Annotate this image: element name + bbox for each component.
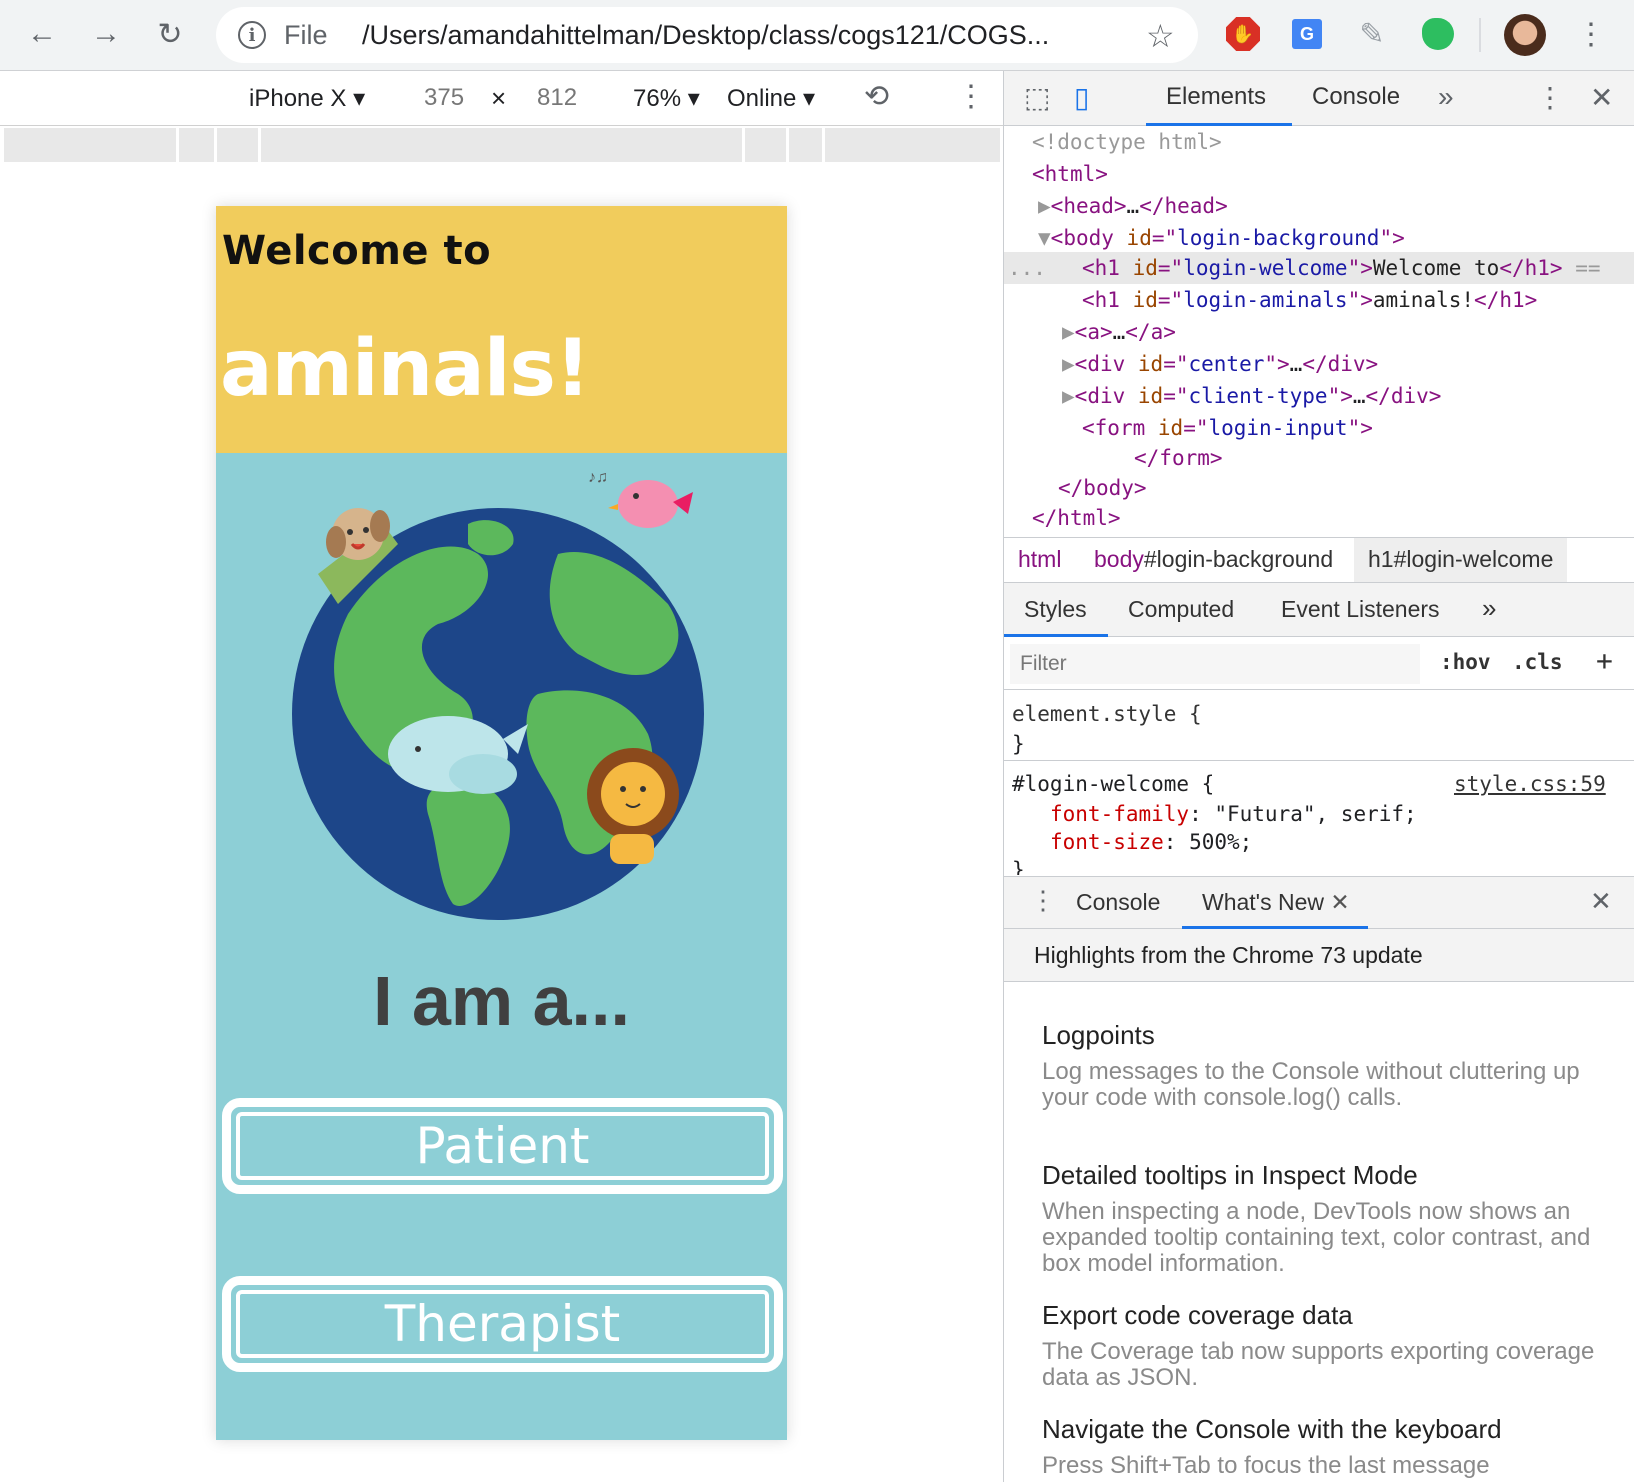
login-welcome-heading: Welcome to: [222, 228, 492, 274]
rule-close: }: [1012, 858, 1025, 875]
dom-body-close[interactable]: </body>: [1058, 472, 1147, 504]
tab-event-listeners[interactable]: Event Listeners: [1281, 596, 1440, 623]
dom-html[interactable]: <html>: [1032, 158, 1108, 190]
forward-arrow-icon[interactable]: →: [86, 14, 126, 54]
scheme-label: File: [284, 20, 328, 50]
viewport-width[interactable]: 375: [424, 84, 464, 112]
drawer-tab-console[interactable]: Console: [1076, 889, 1160, 916]
evernote-icon[interactable]: [1418, 14, 1458, 54]
patient-button-label: Patient: [236, 1112, 769, 1180]
tab-styles[interactable]: Styles: [1024, 596, 1087, 623]
close-tab-icon: ✕: [1330, 889, 1350, 915]
hov-toggle[interactable]: :hov: [1440, 650, 1491, 674]
adblock-stop-icon[interactable]: ✋: [1223, 14, 1263, 54]
browser-menu-icon[interactable]: ⋮: [1571, 14, 1611, 54]
pen-tool-icon[interactable]: ✎: [1352, 14, 1392, 54]
more-style-tabs-icon[interactable]: »: [1482, 593, 1496, 624]
style-rules: element.style { } #login-welcome { style…: [1004, 690, 1634, 875]
devtools-panel: ⬚ ▯ Elements Console » ⋮ ✕ <!doctype htm…: [1003, 71, 1634, 1482]
drawer-menu-icon[interactable]: ⋮: [1030, 885, 1056, 916]
back-arrow-icon[interactable]: ←: [22, 14, 62, 54]
dom-head[interactable]: ▶<head>…</head>: [1038, 190, 1228, 222]
devtools-menu-icon[interactable]: ⋮: [1536, 81, 1564, 114]
google-translate-icon[interactable]: G: [1287, 14, 1327, 54]
tab-console[interactable]: Console: [1312, 83, 1400, 111]
dom-h1-aminals[interactable]: <h1 id="login-aminals">aminals!</h1>: [1082, 284, 1537, 316]
styles-filter-input[interactable]: Filter: [1010, 644, 1420, 684]
dom-div-center[interactable]: ▶<div id="center">…</div>: [1062, 348, 1378, 380]
styles-tabbar: Styles Computed Event Listeners »: [1004, 583, 1634, 637]
emulated-viewport: Welcome to aminals! ♪♫ I am a... Patient…: [216, 206, 787, 1440]
dom-div-client-type[interactable]: ▶<div id="client-type">…</div>: [1062, 380, 1441, 412]
close-devtools-icon[interactable]: ✕: [1590, 81, 1613, 114]
dom-node-dots[interactable]: ...: [1008, 252, 1046, 284]
profile-avatar[interactable]: [1504, 14, 1546, 56]
devtools-tabbar: ⬚ ▯ Elements Console » ⋮ ✕: [1004, 71, 1634, 126]
dom-body[interactable]: ▼<body id="login-background">: [1038, 222, 1405, 254]
toolbar-divider: [1479, 18, 1481, 52]
new-style-rule-button[interactable]: +: [1596, 644, 1613, 677]
viewport-height[interactable]: 812: [537, 84, 577, 112]
dimension-times: ×: [491, 83, 507, 113]
therapist-button[interactable]: Therapist: [222, 1276, 783, 1372]
whats-new-list: Logpoints Log messages to the Console wi…: [1004, 982, 1634, 1482]
info-icon[interactable]: i: [238, 21, 266, 49]
rule-selector[interactable]: #login-welcome {: [1012, 772, 1214, 796]
crumb-html[interactable]: html: [1018, 546, 1061, 573]
patient-button[interactable]: Patient: [222, 1098, 783, 1194]
dom-form-close[interactable]: </form>: [1134, 442, 1223, 474]
inspect-element-icon[interactable]: ⬚: [1024, 81, 1050, 114]
therapist-button-label: Therapist: [236, 1290, 769, 1358]
element-style-selector[interactable]: element.style {: [1012, 702, 1202, 726]
dom-html-close[interactable]: </html>: [1032, 502, 1121, 534]
reload-icon[interactable]: ↻: [150, 14, 190, 54]
news-item[interactable]: Export code coverage data The Coverage t…: [1042, 1300, 1602, 1391]
globe-illustration: ♪♫: [288, 464, 728, 924]
login-header: Welcome to aminals!: [216, 206, 787, 453]
media-query-ruler[interactable]: [4, 128, 1000, 162]
news-item[interactable]: Logpoints Log messages to the Console wi…: [1042, 1020, 1602, 1111]
crumb-h1[interactable]: h1#login-welcome: [1354, 538, 1568, 582]
news-item[interactable]: Navigate the Console with the keyboard P…: [1042, 1414, 1602, 1479]
svg-text:♪♫: ♪♫: [588, 469, 608, 486]
address-bar[interactable]: i File /Users/amandahittelman/Desktop/cl…: [216, 7, 1198, 63]
bookmark-star-icon[interactable]: ☆: [1146, 17, 1175, 55]
rule-source-link[interactable]: style.css:59: [1454, 772, 1606, 796]
dom-h1-welcome[interactable]: <h1 id="login-welcome">Welcome to</h1> =…: [1082, 252, 1601, 284]
breadcrumb: html body#login-background h1#login-welc…: [1004, 537, 1634, 583]
dom-doctype[interactable]: <!doctype html>: [1032, 126, 1222, 158]
device-toolbar: iPhone X ▾ 375 × 812 76% ▾ Online ▾ ⟲ ⋮: [0, 71, 1003, 126]
drawer-tab-whats-new[interactable]: What's New ✕: [1202, 889, 1350, 916]
rule-font-family[interactable]: font-family: "Futura", serif;: [1050, 802, 1417, 826]
rule-font-size[interactable]: font-size: 500%;: [1050, 830, 1252, 854]
crumb-body[interactable]: body#login-background: [1094, 546, 1333, 573]
whats-new-banner: Highlights from the Chrome 73 update: [1004, 929, 1634, 982]
client-type-prompt: I am a...: [373, 962, 630, 1040]
browser-toolbar: ← → ↻ i File /Users/amandahittelman/Desk…: [0, 0, 1634, 71]
styles-filter-row: Filter :hov .cls +: [1004, 638, 1634, 690]
element-style-close: }: [1012, 732, 1025, 756]
device-select[interactable]: iPhone X ▾: [249, 84, 365, 113]
zoom-select[interactable]: 76% ▾: [633, 84, 700, 113]
device-toggle-icon[interactable]: ▯: [1074, 81, 1089, 114]
tab-computed[interactable]: Computed: [1128, 596, 1234, 623]
url-text[interactable]: /Users/amandahittelman/Desktop/class/cog…: [362, 20, 1142, 51]
bird-icon: ♪♫: [588, 469, 693, 528]
dom-tree[interactable]: <!doctype html> <html> ▶<head>…</head> ▼…: [1004, 126, 1634, 536]
rotate-icon[interactable]: ⟲: [864, 79, 889, 114]
drawer-tabbar: ⋮ Console What's New ✕ ✕: [1004, 876, 1634, 929]
device-more-icon[interactable]: ⋮: [956, 79, 986, 114]
dom-form[interactable]: <form id="login-input">: [1082, 412, 1373, 444]
news-item[interactable]: Detailed tooltips in Inspect Mode When i…: [1042, 1160, 1602, 1277]
tab-elements[interactable]: Elements: [1166, 83, 1266, 111]
network-throttle-select[interactable]: Online ▾: [727, 84, 815, 113]
dom-a[interactable]: ▶<a>…</a>: [1062, 316, 1176, 348]
login-aminals-heading: aminals!: [220, 324, 591, 414]
close-drawer-icon[interactable]: ✕: [1590, 886, 1612, 917]
cls-toggle[interactable]: .cls: [1512, 650, 1563, 674]
more-tabs-chevron-icon[interactable]: »: [1438, 81, 1454, 113]
